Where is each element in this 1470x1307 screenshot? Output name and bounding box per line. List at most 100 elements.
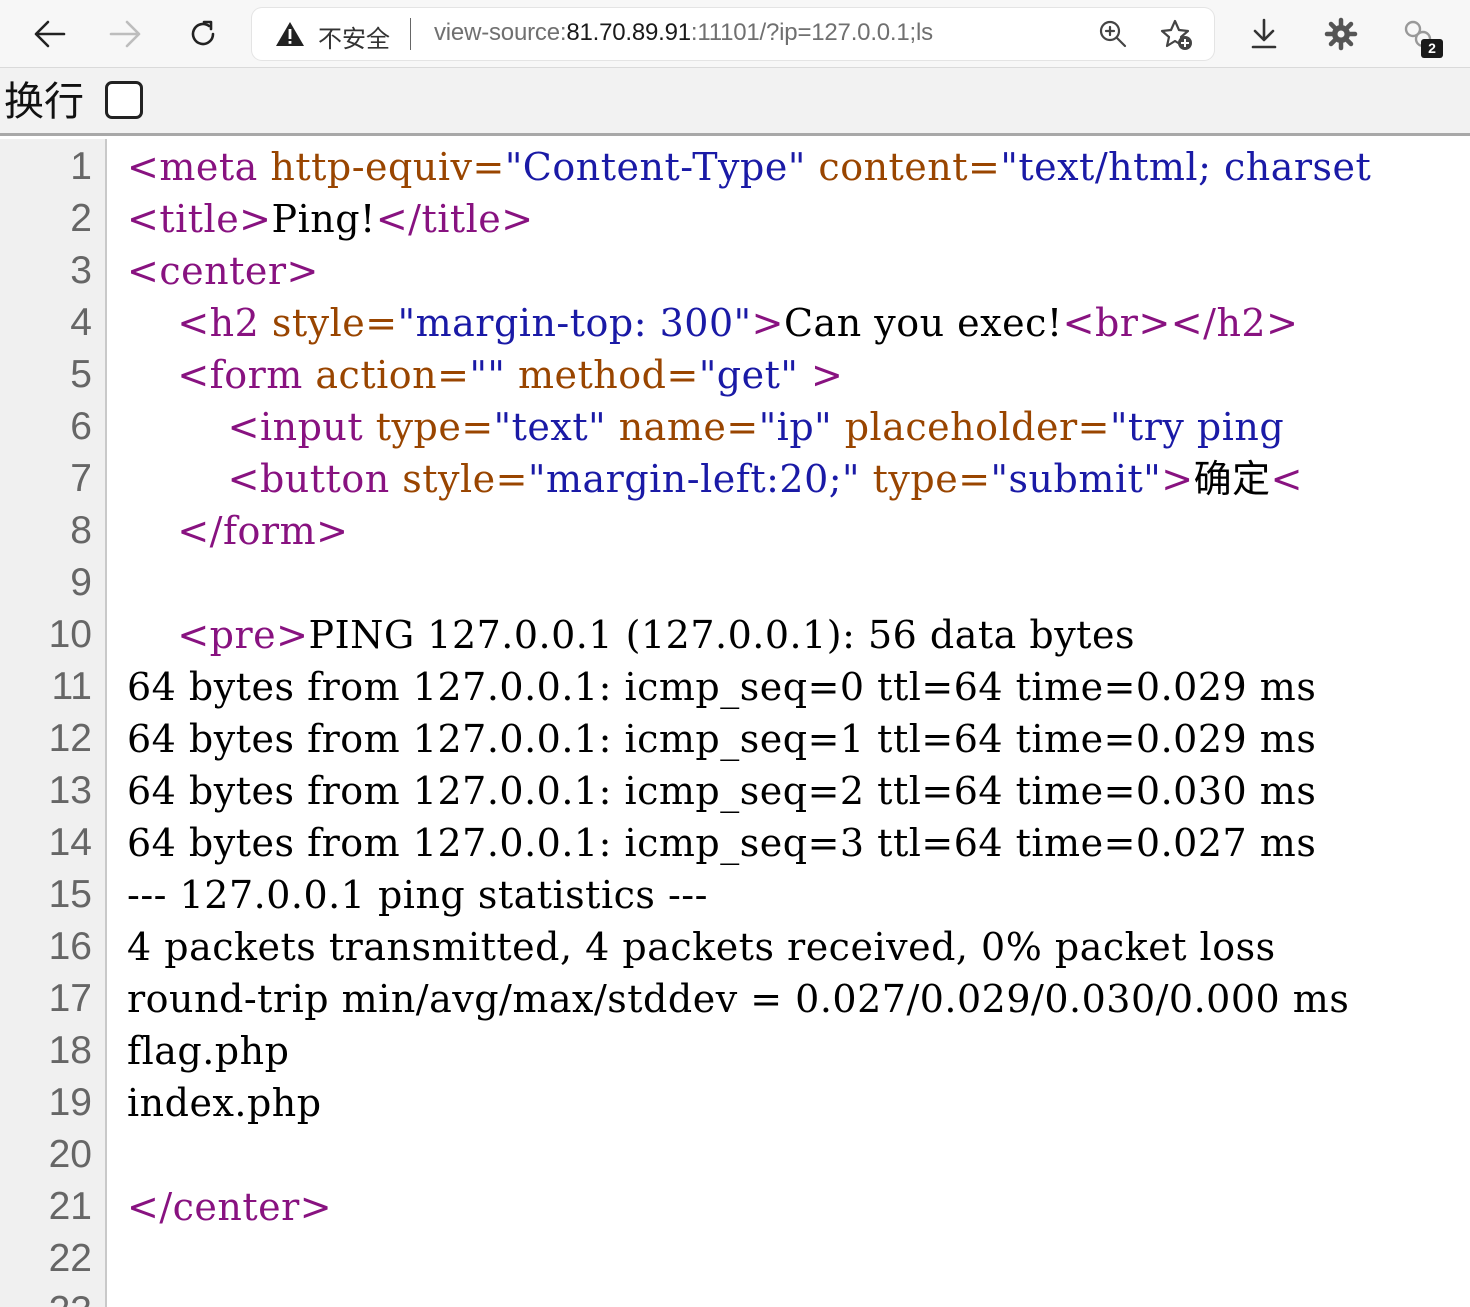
code-token: Can you exec! [783,301,1063,345]
line-content: <pre>PING 127.0.0.1 (127.0.0.1): 56 data… [127,609,1135,661]
line-content: flag.php [127,1025,289,1077]
line-content: <input type="text" name="ip" placeholder… [127,401,1297,453]
reload-icon[interactable] [179,10,227,58]
code-token: </center> [127,1185,333,1229]
back-icon[interactable] [25,10,73,58]
source-line: 19 index.php [0,1077,1470,1129]
forward-icon[interactable] [102,10,150,58]
code-token: http-equiv= [270,145,505,189]
code-token: Ping! [271,197,376,241]
source-line: 10 <pre>PING 127.0.0.1 (127.0.0.1): 56 d… [0,609,1470,661]
code-token: method= [518,353,699,397]
line-number: 23 [0,1285,92,1307]
download-icon[interactable] [1240,10,1288,58]
line-content: --- 127.0.0.1 ping statistics --- [127,869,708,921]
code-token: 64 bytes from 127.0.0.1: icmp_seq=2 ttl=… [127,769,1317,813]
line-number: 1 [70,145,92,188]
url-text[interactable]: view-source:81.70.89.91:11101/?ip=127.0.… [434,19,933,47]
line-content: </form> [127,505,348,557]
line-number: 17 [48,977,92,1020]
line-content: 64 bytes from 127.0.0.1: icmp_seq=3 ttl=… [127,817,1316,869]
line-wrap-bar [0,68,1470,136]
code-token: type= [375,405,494,449]
code-token: "get" [698,353,799,397]
zoom-icon[interactable] [1098,19,1128,54]
source-line: 3 <center> [0,245,1470,297]
line-number: 6 [70,405,92,448]
line-wrap-label[interactable]: 换行 [4,74,84,130]
code-token: <center> [127,249,319,293]
line-number: 4 [70,301,92,344]
line-content: <meta http-equiv="Content-Type" content=… [127,141,1371,193]
code-token: <button [227,457,403,501]
code-token: content= [818,145,1001,189]
line-number: 13 [48,769,92,812]
line-number: 9 [70,561,92,604]
code-token: --- 127.0.0.1 ping statistics --- [127,873,708,917]
line-number: 22 [48,1237,92,1280]
source-line: 2 <title>Ping!</title> [0,193,1470,245]
source-line: 22 [0,1233,1470,1285]
line-wrap-checkbox[interactable] [105,81,143,119]
source-line: 20 [0,1129,1470,1181]
code-token: 64 bytes from 127.0.0.1: icmp_seq=1 ttl=… [127,717,1317,761]
line-content: index.php [127,1077,322,1129]
code-token: <input [227,405,376,449]
line-number: 2 [70,197,92,240]
code-token: 64 bytes from 127.0.0.1: icmp_seq=0 ttl=… [127,665,1317,709]
source-view: 1 <meta http-equiv="Content-Type" content… [0,139,1470,1307]
code-token: 确定 [1193,457,1271,501]
code-token: name= [618,405,759,449]
line-number: 21 [48,1185,92,1228]
insecure-label[interactable]: 不安全 [318,19,390,54]
source-line: 16 4 packets transmitted, 4 packets recei… [0,921,1470,973]
source-line: 5 <form action="" method="get" > [0,349,1470,401]
code-token: action= [315,353,470,397]
code-token: <form [177,353,316,397]
add-favorite-icon[interactable] [1160,18,1194,57]
source-line: 18 flag.php [0,1025,1470,1077]
source-line: 14 64 bytes from 127.0.0.1: icmp_seq=3 tt… [0,817,1470,869]
extensions-badge: 2 [1421,39,1443,58]
code-token: </form> [177,509,349,553]
source-line: 23 [0,1285,1470,1307]
line-content: 64 bytes from 127.0.0.1: icmp_seq=0 ttl=… [127,661,1316,713]
line-content: <title>Ping!</title> [127,193,534,245]
line-number: 7 [70,457,92,500]
line-number: 8 [70,509,92,552]
code-token: <br></h2> [1062,301,1299,345]
browser-toolbar: 不安全 view-source:81.70.89.91:11101/?ip=12… [0,0,1470,68]
code-token: "try ping [1109,405,1297,449]
line-content: round-trip min/avg/max/stddev = 0.027/0.… [127,973,1349,1025]
source-line: 4 <h2 style="margin-top: 300">Can you ex… [0,297,1470,349]
address-bar[interactable]: 不安全 view-source:81.70.89.91:11101/?ip=12… [252,8,1214,60]
code-token: 64 bytes from 127.0.0.1: icmp_seq=3 ttl=… [127,821,1317,865]
code-token: "Content-Type" [504,145,806,189]
code-token: index.php [127,1081,322,1125]
code-token: placeholder= [844,405,1110,449]
code-token: "text" [493,405,607,449]
source-line: 13 64 bytes from 127.0.0.1: icmp_seq=2 tt… [0,765,1470,817]
code-token: "text/html; charset [1000,145,1372,189]
code-token: > [751,301,784,345]
code-token: "ip" [758,405,833,449]
line-number: 16 [48,925,92,968]
source-line: 6 <input type="text" name="ip" placehold… [0,401,1470,453]
line-number: 11 [51,665,93,708]
address-separator [410,18,411,50]
line-content: <center> [127,245,319,297]
code-token: type= [872,457,991,501]
warning-icon[interactable] [274,20,306,53]
line-number: 14 [48,821,92,864]
line-number: 5 [70,353,92,396]
extension-gear-icon[interactable] [1317,10,1365,58]
source-line: 15 --- 127.0.0.1 ping statistics --- [0,869,1470,921]
code-token: flag.php [127,1029,290,1073]
